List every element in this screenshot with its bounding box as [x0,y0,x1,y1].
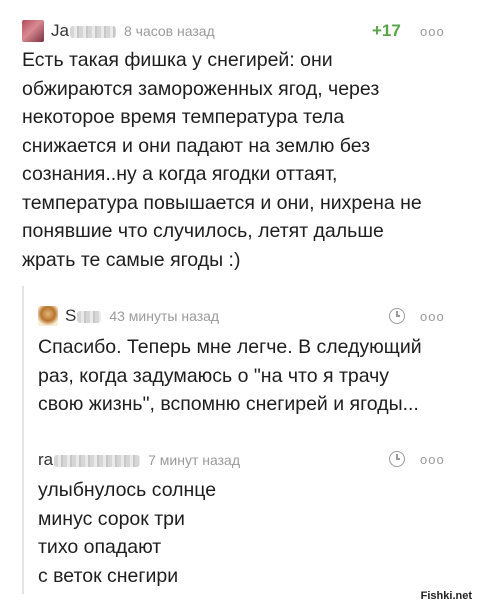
more-options-button[interactable]: ooo [420,309,445,324]
comment-text-line: Есть такая фишка у снегирей: они [22,49,333,71]
comment-2-header: S 43 минуты назад [38,306,219,326]
reply-thread-line [22,286,24,594]
comment-1-header: Ja 8 часов назад [22,20,215,42]
comment-text-line: понявшие что случилось, летят дальше [22,220,384,242]
timestamp: 43 минуты назад [109,308,220,324]
avatar[interactable] [22,20,44,42]
clock-icon [389,308,405,324]
comment-text-line: жрать те самые ягоды :) [22,248,241,271]
rating-badge: +17 [372,21,401,40]
comment-1-body: Есть такая фишка у снегирей: они обжираю… [22,46,422,274]
comment-text-line: тихо опадают [38,536,162,558]
clock-icon [389,451,405,467]
username[interactable]: ra [38,450,141,470]
username[interactable]: S [65,306,102,326]
comment-3-body: улыбнулось солнце минус сорок три тихо о… [38,476,216,590]
comment-text-line: некоторое время температура тела [22,106,345,128]
username-blurred-part [54,454,141,467]
comment-text-line: сознания..ну а когда ягодки оттаят, [22,163,338,185]
avatar[interactable] [38,306,58,326]
more-options-button[interactable]: ooo [420,452,445,467]
more-options-button[interactable]: ooo [420,24,445,39]
comment-text-line: раз, когда задумаюсь о "на что я трачу [38,364,390,387]
comment-text-line: свою жизнь", вспомню снегирей и ягоды... [38,393,419,415]
comment-text-line: улыбнулось солнце [38,479,217,501]
comment-text-line: снижается и они падают на землю без [22,134,371,157]
comment-text-line: обжираются замороженных ягод, через [22,77,380,100]
timestamp: 8 часов назад [123,23,215,39]
watermark-logo: Fishki.net [420,590,472,602]
username[interactable]: Ja [51,21,116,41]
timestamp: 7 минут назад [148,452,241,468]
comment-2-body: Спасибо. Теперь мне легче. В следующий р… [38,333,422,419]
username-blurred-part [77,310,102,323]
comment-text-line: Спасибо. Теперь мне легче. В следующий [38,336,422,358]
comment-text-line: температура повышается и они, нихрена не [22,191,422,214]
username-blurred-part [69,25,116,38]
comment-text-line: минус сорок три [38,507,185,530]
comment-3-header: ra 7 минут назад [38,450,240,470]
comment-text-line: с веток снегири [38,564,179,587]
